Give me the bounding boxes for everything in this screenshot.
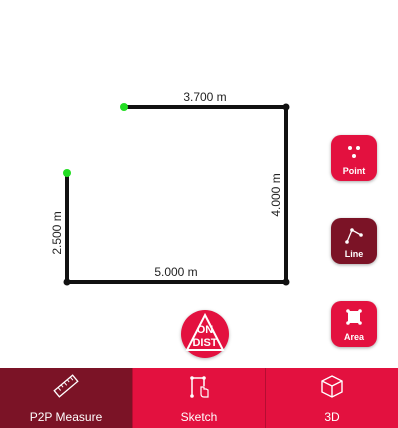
tab-sketch-label: Sketch bbox=[180, 410, 218, 424]
start-point-green[interactable] bbox=[120, 103, 128, 111]
dimension-label-top: 3.700 m bbox=[183, 90, 226, 104]
line-nodes-icon bbox=[345, 228, 363, 244]
area-square-icon bbox=[346, 309, 362, 325]
tab-3d-label: 3D bbox=[324, 410, 340, 424]
line-tool-label: Line bbox=[344, 249, 364, 259]
on-dist-bottom-label: DIST bbox=[192, 337, 218, 349]
end-point-green[interactable] bbox=[63, 169, 71, 177]
dimension-label-left: 2.500 m bbox=[50, 211, 64, 254]
corner-point[interactable] bbox=[282, 278, 290, 286]
dimension-label-right: 4.000 m bbox=[269, 173, 283, 216]
on-dist-button[interactable]: ON DIST bbox=[181, 310, 229, 358]
ruler-icon bbox=[0, 374, 132, 398]
sketch-hand-icon bbox=[133, 374, 265, 398]
tab-sketch[interactable]: Sketch bbox=[132, 368, 265, 428]
tab-p2p-measure-label: P2P Measure bbox=[29, 410, 103, 424]
tab-p2p-measure[interactable]: P2P Measure bbox=[0, 368, 132, 428]
three-dots-icon bbox=[348, 146, 360, 158]
corner-point[interactable] bbox=[282, 103, 290, 111]
bottom-tab-bar: P2P Measure Sketch 3D bbox=[0, 368, 398, 428]
line-tool-button[interactable]: Line bbox=[331, 218, 377, 264]
tab-3d[interactable]: 3D bbox=[265, 368, 398, 428]
area-tool-label: Area bbox=[343, 332, 364, 342]
area-tool-button[interactable]: Area bbox=[331, 301, 377, 347]
point-tool-button[interactable]: Point bbox=[331, 135, 377, 181]
corner-point[interactable] bbox=[63, 278, 71, 286]
point-tool-label: Point bbox=[342, 166, 366, 176]
on-dist-top-label: ON bbox=[196, 324, 214, 336]
sketch-canvas[interactable]: 3.700 m 4.000 m 5.000 m 2.500 m Point Li… bbox=[0, 0, 398, 368]
dimension-label-bottom: 5.000 m bbox=[154, 265, 197, 279]
cube-icon bbox=[266, 374, 398, 398]
